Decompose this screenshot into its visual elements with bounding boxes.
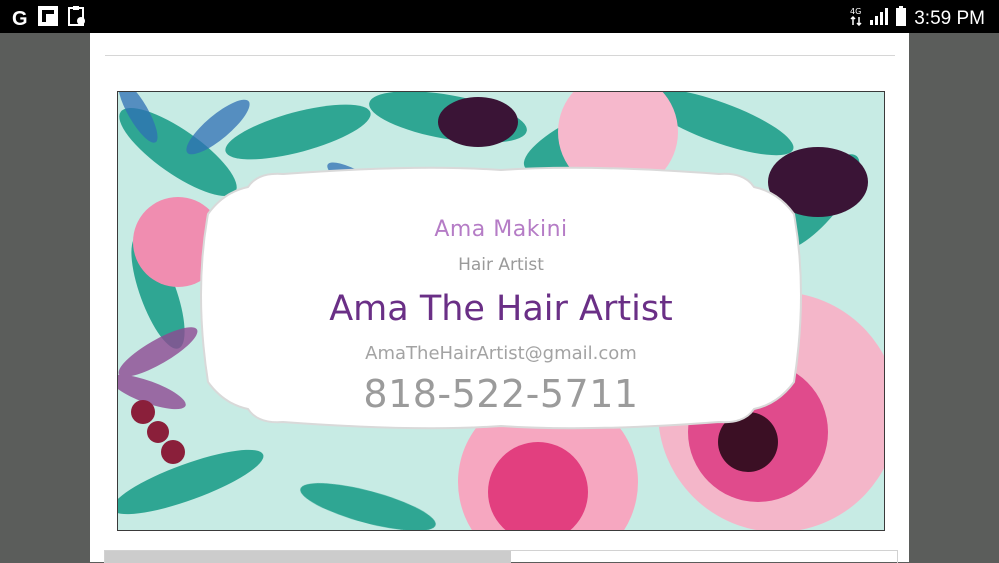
bottom-panel [104,550,898,563]
card-phone: 818-522-5711 [363,372,639,416]
battery-icon [896,6,907,31]
clipboard-icon [67,6,86,31]
svg-text:4G: 4G [850,7,861,16]
card-person-name: Ama Makini [434,217,568,242]
data-transfer-icon: 4G [850,6,862,31]
status-bar-system: 4G 3:59 PM [850,6,985,31]
status-bar-notifications: G [12,6,86,31]
status-bar: G 4G 3:59 PM [0,0,999,33]
card-person-role: Hair Artist [458,255,544,275]
divider [105,55,895,56]
status-time: 3:59 PM [914,7,985,29]
image-viewer-page: Ama Makini Hair Artist Ama The Hair Arti… [90,33,909,563]
signal-icon [870,7,889,30]
card-email: AmaTheHairArtist@gmail.com [365,343,637,364]
card-business-name: Ama The Hair Artist [329,289,673,329]
google-g-icon: G [12,7,28,30]
flipboard-icon [37,6,58,31]
bottom-panel-fill [105,551,511,563]
business-card-image[interactable]: Ama Makini Hair Artist Ama The Hair Arti… [117,91,885,531]
card-text-block: Ama Makini Hair Artist Ama The Hair Arti… [118,92,884,530]
